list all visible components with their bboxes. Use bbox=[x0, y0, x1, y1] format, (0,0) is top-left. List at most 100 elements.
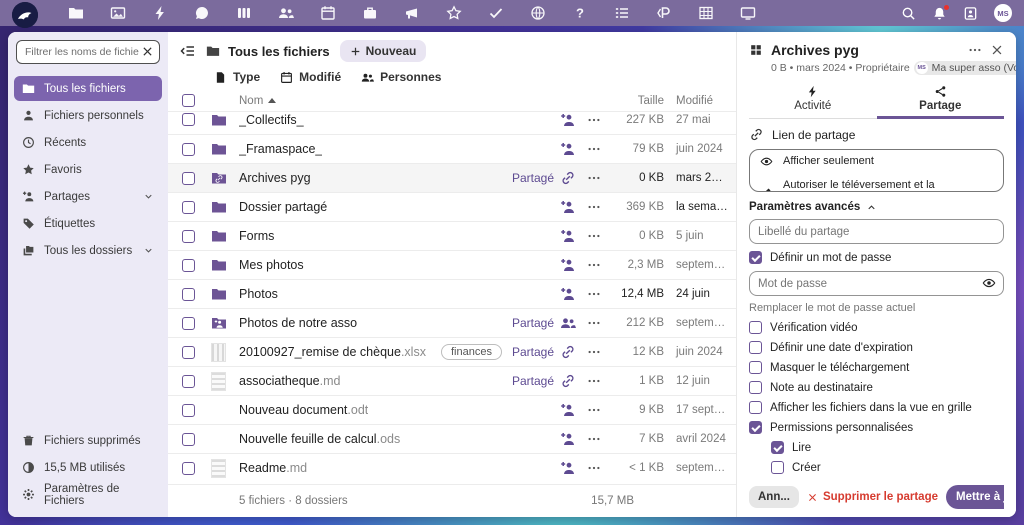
option-view-only[interactable]: Afficher seulement bbox=[750, 150, 1003, 174]
sidebar-item-favorites[interactable]: Favoris bbox=[14, 157, 162, 182]
row-actions-button[interactable] bbox=[582, 113, 606, 127]
user-plus-share-icon[interactable] bbox=[560, 257, 576, 273]
row-checkbox[interactable] bbox=[182, 317, 195, 330]
option-allow-edit[interactable]: Autoriser le téléversement et la modific… bbox=[750, 174, 1003, 192]
note-to-recipient-checkbox[interactable]: Note au destinataire bbox=[749, 381, 1004, 394]
expiration-date-checkbox[interactable]: Définir une date d'expiration bbox=[749, 341, 1004, 354]
user-plus-share-icon[interactable] bbox=[560, 228, 576, 244]
group-share-icon[interactable] bbox=[560, 315, 576, 331]
panel-actions-icon[interactable] bbox=[968, 43, 982, 57]
filter-people-chip[interactable]: Personnes bbox=[361, 70, 441, 84]
breadcrumb[interactable]: Tous les fichiers bbox=[206, 44, 330, 59]
video-verification-checkbox[interactable]: Vérification vidéo bbox=[749, 321, 1004, 334]
row-checkbox[interactable] bbox=[182, 375, 195, 388]
row-actions-button[interactable] bbox=[582, 287, 606, 301]
contacts-app-icon[interactable] bbox=[278, 5, 294, 21]
chevron-down-icon[interactable] bbox=[143, 191, 154, 202]
row-checkbox[interactable] bbox=[182, 143, 195, 156]
sidebar-item-deleted-files[interactable]: Fichiers supprimés bbox=[14, 428, 162, 453]
row-checkbox[interactable] bbox=[182, 172, 195, 185]
talk-app-icon[interactable] bbox=[194, 5, 210, 21]
new-button[interactable]: Nouveau bbox=[340, 40, 427, 62]
table-row[interactable]: Forms 0 KB 5 juin bbox=[168, 221, 736, 250]
table-row[interactable]: Nouveau document.odt 9 KB 17 septembre bbox=[168, 395, 736, 424]
set-password-checkbox[interactable]: Définir un mot de passe bbox=[749, 251, 1004, 264]
select-all-checkbox[interactable] bbox=[182, 94, 195, 107]
tag-chip[interactable]: finances bbox=[441, 344, 502, 360]
sidebar-item-personal-files[interactable]: Fichiers personnels bbox=[14, 103, 162, 128]
contacts-menu-icon[interactable] bbox=[963, 6, 978, 21]
tasks-app-icon[interactable] bbox=[488, 5, 504, 21]
grid-view-checkbox[interactable]: Afficher les fichiers dans la vue en gri… bbox=[749, 401, 1004, 414]
office-app-icon[interactable] bbox=[362, 5, 378, 21]
table-row[interactable]: Dossier partagé 369 KB la semaine de… bbox=[168, 192, 736, 221]
user-plus-share-icon[interactable] bbox=[560, 199, 576, 215]
owner-chip[interactable]: MS Ma super asso (Vous) bbox=[914, 61, 1016, 75]
sidebar-item-tags[interactable]: Étiquettes bbox=[14, 211, 162, 236]
table-row[interactable]: Mes photos 2,3 MB septembre 20… bbox=[168, 250, 736, 279]
search-icon[interactable] bbox=[901, 6, 916, 21]
row-actions-button[interactable] bbox=[582, 229, 606, 243]
row-checkbox[interactable] bbox=[182, 346, 195, 359]
share-label-input[interactable] bbox=[749, 219, 1004, 244]
column-modified[interactable]: Modifié bbox=[664, 95, 728, 107]
update-share-button[interactable]: Mettre à jour le pa... bbox=[946, 485, 1004, 509]
checkbox[interactable] bbox=[749, 341, 762, 354]
table-row-selected[interactable]: Archives pyg Partagé 0 KB mars 2024 bbox=[168, 163, 736, 192]
checkbox-checked[interactable] bbox=[749, 421, 762, 434]
user-plus-share-icon[interactable] bbox=[560, 460, 576, 476]
filter-type-chip[interactable]: Type bbox=[214, 70, 260, 84]
checkbox[interactable] bbox=[749, 381, 762, 394]
hide-download-checkbox[interactable]: Masquer le téléchargement bbox=[749, 361, 1004, 374]
collectives-app-icon[interactable] bbox=[446, 5, 462, 21]
link-share-icon[interactable] bbox=[560, 170, 576, 186]
row-checkbox[interactable] bbox=[182, 113, 195, 126]
table-row[interactable]: Nouvelle feuille de calcul.ods 7 KB avri… bbox=[168, 424, 736, 453]
delete-share-button[interactable]: Supprimer le partage bbox=[807, 491, 938, 503]
table-row[interactable]: _Framaspace_ 79 KB juin 2024 bbox=[168, 134, 736, 163]
row-checkbox[interactable] bbox=[182, 288, 195, 301]
sort-by-name[interactable]: Nom bbox=[239, 95, 276, 107]
checkbox-checked[interactable] bbox=[771, 441, 784, 454]
external-sites-app-icon[interactable] bbox=[530, 5, 546, 21]
custom-permissions-checkbox[interactable]: Permissions personnalisées bbox=[749, 421, 1004, 434]
activity-app-icon[interactable] bbox=[152, 5, 168, 21]
row-actions-button[interactable] bbox=[582, 374, 606, 388]
checkbox[interactable] bbox=[749, 401, 762, 414]
user-plus-share-icon[interactable] bbox=[560, 141, 576, 157]
row-actions-button[interactable] bbox=[582, 200, 606, 214]
user-avatar[interactable]: MS bbox=[994, 4, 1012, 22]
user-plus-share-icon[interactable] bbox=[560, 402, 576, 418]
tab-activity[interactable]: Activité bbox=[749, 81, 877, 118]
row-actions-button[interactable] bbox=[582, 258, 606, 272]
filter-modified-chip[interactable]: Modifié bbox=[280, 70, 341, 84]
user-plus-share-icon[interactable] bbox=[560, 286, 576, 302]
tab-sharing[interactable]: Partage bbox=[877, 81, 1005, 118]
checkbox-checked[interactable] bbox=[749, 251, 762, 264]
files-app-icon[interactable] bbox=[68, 5, 84, 21]
sidebar-item-quota[interactable]: 15,5 MB utilisés bbox=[14, 455, 162, 480]
announcements-app-icon[interactable] bbox=[404, 5, 420, 21]
photos-app-icon[interactable] bbox=[110, 5, 126, 21]
deck-app-icon[interactable] bbox=[236, 5, 252, 21]
cancel-button[interactable]: Ann... bbox=[749, 486, 799, 508]
row-actions-button[interactable] bbox=[582, 461, 606, 475]
app-logo[interactable] bbox=[12, 2, 38, 28]
row-actions-button[interactable] bbox=[582, 316, 606, 330]
row-actions-button[interactable] bbox=[582, 142, 606, 156]
tables-app-icon[interactable] bbox=[698, 5, 714, 21]
table-row[interactable]: Photos de notre asso Partagé 212 KB sept… bbox=[168, 308, 736, 337]
desktop-app-icon[interactable] bbox=[740, 5, 756, 21]
clear-filter-icon[interactable] bbox=[141, 45, 154, 58]
row-actions-button[interactable] bbox=[582, 171, 606, 185]
row-actions-button[interactable] bbox=[582, 403, 606, 417]
link-share-icon[interactable] bbox=[560, 344, 576, 360]
column-size[interactable]: Taille bbox=[606, 95, 664, 107]
user-plus-share-icon[interactable] bbox=[560, 431, 576, 447]
user-plus-share-icon[interactable] bbox=[560, 112, 576, 128]
filter-input[interactable] bbox=[16, 40, 160, 64]
help-app-icon[interactable] bbox=[572, 5, 588, 21]
show-password-icon[interactable] bbox=[982, 276, 996, 290]
link-share-icon[interactable] bbox=[560, 373, 576, 389]
sidebar-item-all-folders[interactable]: Tous les dossiers bbox=[14, 238, 162, 263]
